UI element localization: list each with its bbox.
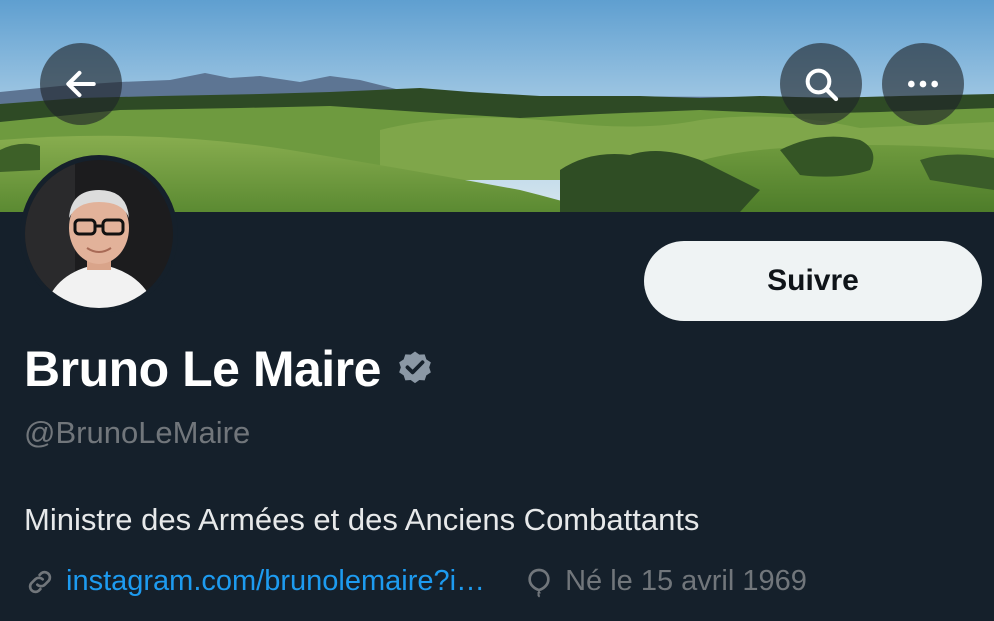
profile-name-row: Bruno Le Maire: [24, 340, 435, 398]
profile-avatar[interactable]: [20, 155, 178, 313]
more-options-button[interactable]: [882, 43, 964, 125]
profile-name: Bruno Le Maire: [24, 341, 381, 397]
back-button[interactable]: [40, 43, 122, 125]
avatar-photo: [25, 160, 173, 308]
verified-badge-icon[interactable]: [395, 349, 435, 389]
profile-birthdate: Né le 15 avril 1969: [565, 565, 807, 597]
arrow-left-icon: [66, 70, 96, 98]
balloon-icon: [528, 568, 550, 597]
profile-website-link[interactable]: instagram.com/brunolemaire?i…: [66, 565, 485, 598]
search-icon: [805, 68, 839, 102]
link-icon: [28, 570, 52, 593]
follow-button[interactable]: Suivre: [644, 241, 982, 321]
search-button[interactable]: [780, 43, 862, 125]
profile-handle: @BrunoLeMaire: [24, 415, 251, 450]
profile-bio: Ministre des Armées et des Anciens Comba…: [24, 502, 700, 537]
profile-meta-row: instagram.com/brunolemaire?i… Né le 15 a…: [24, 565, 807, 598]
more-horizontal-icon: [908, 80, 938, 88]
